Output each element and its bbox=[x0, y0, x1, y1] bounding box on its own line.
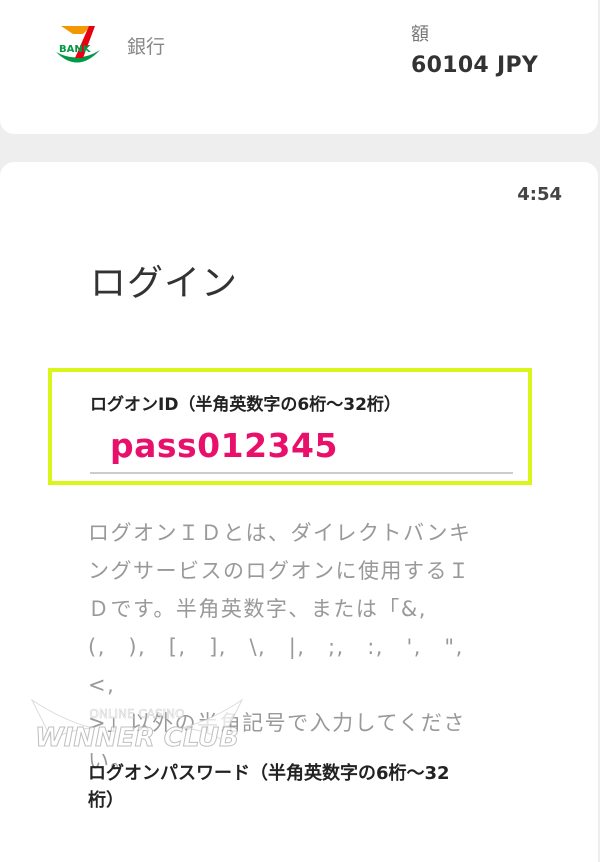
transaction-summary-card: BANK 銀行 額 60104 JPY bbox=[0, 0, 598, 134]
logon-id-help-text: ログオンＩＤとは、ダイレクトバンキ ングサービスのログオンに使用するＩ Ｄです。… bbox=[88, 521, 472, 773]
logon-id-underline bbox=[90, 472, 513, 474]
password-label: ログオンパスワード（半角英数字の6桁～32 桁） bbox=[88, 763, 450, 811]
amount-label: 額 bbox=[411, 24, 429, 45]
page-title: ログイン bbox=[90, 263, 239, 304]
seven-bank-logo: BANK bbox=[56, 26, 100, 63]
amount-value: 60104 JPY bbox=[411, 53, 539, 78]
logo-text: BANK bbox=[59, 44, 92, 55]
logon-id-input[interactable]: pass012345 bbox=[110, 426, 338, 465]
bank-label: 銀行 bbox=[127, 36, 166, 58]
session-timer: 4:54 bbox=[517, 184, 562, 205]
logon-id-label: ログオンID（半角英数字の6桁～32桁） bbox=[90, 395, 401, 415]
login-card: 4:54 ログイン ログオンID（半角英数字の6桁～32桁） pass01234… bbox=[0, 162, 598, 862]
logon-id-field-highlight: ログオンID（半角英数字の6桁～32桁） pass012345 bbox=[48, 368, 532, 485]
